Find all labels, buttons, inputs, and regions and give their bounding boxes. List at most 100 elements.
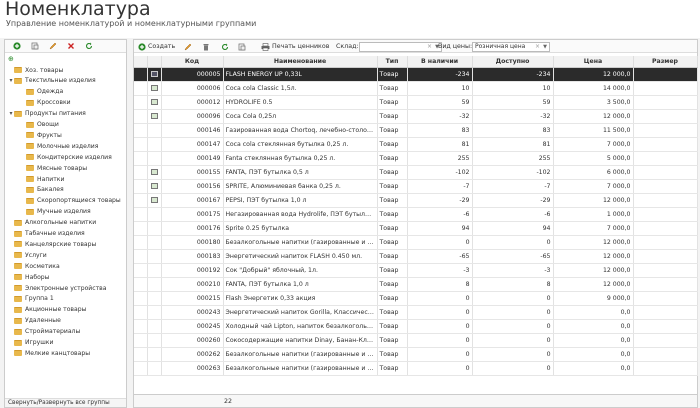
col-header-type[interactable]: Тип — [377, 56, 408, 68]
tree-item[interactable]: Мелкие канцтовары — [8, 348, 90, 358]
cell-select[interactable] — [134, 361, 148, 376]
cell-select[interactable] — [134, 95, 148, 110]
table-row[interactable]: 000263 Безалкогольные напитки (газированн… — [134, 361, 698, 376]
tree-item[interactable]: Электронные устройства — [8, 283, 106, 293]
collapse-expand-all-link[interactable]: Свернуть/Развернуть все группы — [5, 398, 126, 407]
warehouse-select[interactable]: × ▼ — [359, 42, 442, 52]
table-row[interactable]: 000156 SPRITE, Алюминиевая банка 0,25 л. Т… — [134, 179, 698, 194]
table-row[interactable]: 000006 Coca cola Classic 1,5л. Товар 10 10 14… — [134, 81, 698, 96]
edit-icon[interactable] — [44, 40, 62, 52]
cell-select[interactable] — [134, 319, 148, 334]
clear-icon[interactable]: × — [427, 43, 432, 51]
cell-select[interactable] — [134, 109, 148, 124]
tree-item[interactable]: Наборы — [8, 272, 49, 282]
tree-item[interactable]: Напитки — [20, 174, 64, 184]
cell-select[interactable] — [134, 333, 148, 348]
tree-item[interactable]: Мучные изделия — [20, 207, 91, 217]
table-row[interactable]: 000243 Энергетический напиток Gorilla, Кл… — [134, 305, 698, 320]
cell-select[interactable] — [134, 193, 148, 208]
tree-item[interactable]: Услуги — [8, 250, 47, 260]
col-header-image[interactable] — [147, 56, 162, 68]
tree-item[interactable]: Одежда — [20, 87, 63, 97]
copy-icon[interactable] — [26, 40, 44, 52]
table-row[interactable]: 000175 Негазированная вода Hydrolife, ПЭТ… — [134, 207, 698, 222]
cell-image — [147, 235, 162, 250]
tree-item[interactable]: Овощи — [20, 120, 59, 130]
cell-select[interactable] — [134, 263, 148, 278]
table-row[interactable]: 000146 Газированная вода Chortoq, лечебно… — [134, 123, 698, 138]
cell-select[interactable] — [134, 291, 148, 306]
cell-select[interactable] — [134, 67, 148, 82]
tree-item[interactable]: Бакалея — [20, 185, 64, 195]
tree-item[interactable]: Косметика — [8, 261, 60, 271]
print-price-tags-button[interactable]: Печать ценников — [261, 41, 329, 52]
tree-item[interactable]: Скоропортящиеся товары — [20, 196, 121, 206]
table-row[interactable]: 000147 Coca cola стеклянная бутылка 0,25 … — [134, 137, 698, 152]
price-type-select[interactable]: Розничная цена × ▼ — [472, 42, 550, 52]
table-row[interactable]: 000155 FANTA, ПЭТ бутылка 0,5 л Товар -102-… — [134, 165, 698, 180]
table-row[interactable]: 000183 Энергетический напиток FLASH 0.450… — [134, 249, 698, 264]
cell-select[interactable] — [134, 305, 148, 320]
cell-select[interactable] — [134, 347, 148, 362]
refresh-button[interactable] — [221, 41, 229, 52]
delete-icon[interactable] — [62, 40, 80, 52]
tree-item[interactable]: Алкогольные напитки — [8, 218, 96, 228]
table-row[interactable]: 000180 Безалкогольные напитки (газированн… — [134, 235, 698, 250]
tree-item[interactable]: Фрукты — [20, 130, 62, 140]
tree-item[interactable]: Табачные изделия — [8, 229, 85, 239]
cell-name: Холодный чай Lipton, напиток безалкоголь… — [223, 319, 378, 334]
table-row[interactable]: 000260 Сокосодержащие напитки Dinay, Бана… — [134, 333, 698, 348]
table-row[interactable]: 000210 FANTA, ПЭТ бутылка 1,0 л Товар 8 8 12 … — [134, 277, 698, 292]
col-header-name[interactable]: Наименование — [223, 56, 378, 68]
table-row[interactable]: 000262 Безалкогольные напитки (газированн… — [134, 347, 698, 362]
col-header-code[interactable]: Код — [161, 56, 224, 68]
cell-select[interactable] — [134, 235, 148, 250]
table-row[interactable]: 000176 Sprite 0.25 бутылка Товар 94 94 7 000,… — [134, 221, 698, 236]
table-row[interactable]: 000096 Coca Cola 0,25л Товар -32 -32 12 000,0 — [134, 109, 698, 124]
tree-item[interactable]: Стройматериалы — [8, 327, 80, 337]
add-icon[interactable] — [8, 40, 26, 52]
col-header-stock[interactable]: В наличии — [407, 56, 473, 68]
tree-item[interactable]: Кроссовки — [20, 98, 71, 108]
chevron-down-icon[interactable]: ▼ — [543, 43, 547, 51]
table-row[interactable]: 000149 Fanta стеклянная бутылка 0,25 л. То… — [134, 151, 698, 166]
cell-select[interactable] — [134, 277, 148, 292]
copy-button[interactable] — [238, 41, 246, 52]
refresh-icon[interactable] — [80, 40, 98, 52]
tree-item[interactable]: ▾ Продукты питания — [8, 109, 85, 119]
tree-root[interactable]: ⊕ — [8, 54, 14, 64]
cell-select[interactable] — [134, 123, 148, 138]
table-row[interactable]: 000012 HYDROLIFE 0.5 Товар 59 59 3 500,0 — [134, 95, 698, 110]
table-row[interactable]: 000215 Flash Энергетик 0,33 акция Товар 0 0 9… — [134, 291, 698, 306]
cell-select[interactable] — [134, 207, 148, 222]
tree-item[interactable]: Акционные товары — [8, 305, 86, 315]
cell-select[interactable] — [134, 81, 148, 96]
tree-item[interactable]: Группа 1 — [8, 294, 54, 304]
tree-item[interactable]: Удаленные — [8, 316, 61, 326]
tree-item[interactable]: Канцелярские товары — [8, 239, 96, 249]
tree-item[interactable]: ▾ Текстильные изделия — [8, 76, 95, 86]
cell-select[interactable] — [134, 179, 148, 194]
cell-select[interactable] — [134, 249, 148, 264]
table-row[interactable]: 000192 Сок "Добрый" яблочный, 1л. Товар -3-… — [134, 263, 698, 278]
create-button[interactable]: Создать — [138, 41, 175, 52]
tree-item[interactable]: Кондитерские изделия — [20, 152, 112, 162]
col-header-size[interactable]: Размер — [633, 56, 698, 68]
delete-button[interactable] — [202, 41, 210, 52]
cell-select[interactable] — [134, 137, 148, 152]
cell-select[interactable] — [134, 151, 148, 166]
col-header-select[interactable] — [134, 56, 148, 68]
col-header-available[interactable]: Доступно — [472, 56, 554, 68]
table-row[interactable]: 000167 PEPSI, ПЭТ бутылка 1,0 л Товар -29 -2… — [134, 193, 698, 208]
clear-icon[interactable]: × — [535, 43, 540, 51]
tree-item[interactable]: Мясные товары — [20, 163, 87, 173]
edit-button[interactable] — [184, 41, 192, 52]
table-row[interactable]: 000005 FLASH ENERGY UP 0,33L Товар -234 -234… — [134, 67, 698, 82]
table-row[interactable]: 000245 Холодный чай Lipton, напиток безал… — [134, 319, 698, 334]
cell-select[interactable] — [134, 221, 148, 236]
tree-item[interactable]: Хоз. товары — [8, 65, 63, 75]
tree-item[interactable]: Молочные изделия — [20, 141, 98, 151]
cell-select[interactable] — [134, 165, 148, 180]
tree-item[interactable]: Игрушки — [8, 338, 53, 348]
col-header-price[interactable]: Цена — [553, 56, 634, 68]
